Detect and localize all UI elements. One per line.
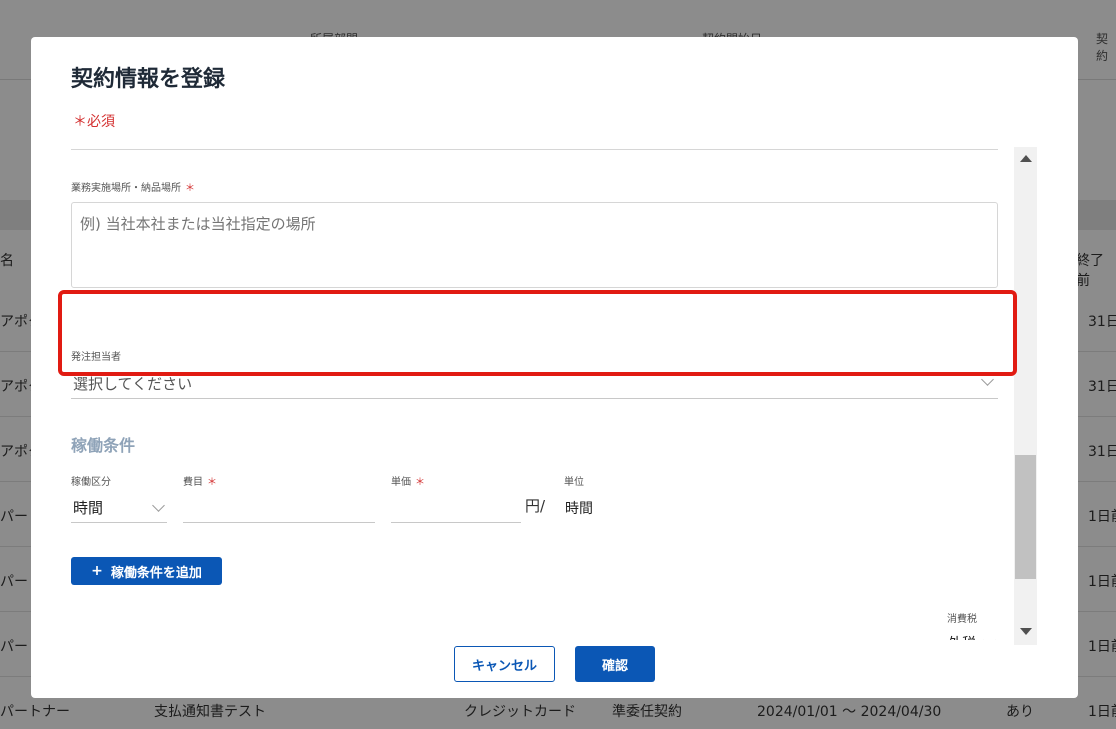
work-conditions-title: 稼働条件	[71, 436, 136, 455]
expense-label: 費目＊	[183, 477, 217, 488]
tax-select-value: 外税	[948, 633, 976, 640]
category-label: 稼働区分	[71, 477, 111, 488]
plus-icon: +	[91, 563, 103, 579]
scroll-up-icon[interactable]	[1020, 155, 1032, 162]
tax-select[interactable]: 外税	[946, 630, 998, 640]
workplace-label: 業務実施場所・納品場所＊	[71, 183, 195, 194]
cancel-button[interactable]: キャンセル	[454, 646, 555, 682]
tax-label: 消費税	[947, 614, 977, 625]
confirm-button[interactable]: 確認	[575, 646, 655, 682]
scroll-down-icon[interactable]	[1020, 628, 1032, 635]
unit-value: 時間	[565, 501, 593, 517]
category-select-value: 時間	[73, 499, 104, 517]
modal-scrollbar[interactable]	[1014, 147, 1037, 645]
add-work-condition-label: 稼働条件を追加	[110, 565, 202, 581]
scrollbar-thumb[interactable]	[1015, 455, 1036, 579]
add-work-condition-button[interactable]: + 稼働条件を追加	[71, 557, 222, 585]
workplace-textarea[interactable]	[71, 202, 998, 288]
chevron-down-icon	[983, 634, 996, 640]
unit-label: 単位	[564, 477, 584, 488]
required-mark: ＊	[207, 477, 217, 488]
required-mark: ＊	[185, 183, 195, 194]
unit-price-label: 単価＊	[391, 477, 425, 488]
expense-input[interactable]	[183, 493, 375, 523]
unit-price-input[interactable]	[391, 493, 521, 523]
unit-price-suffix: 円/	[525, 497, 546, 515]
required-mark: ＊	[415, 477, 425, 488]
orderer-select-value: 選択してください	[73, 375, 193, 393]
required-note: ＊必須	[73, 114, 115, 130]
highlight-annotation	[58, 290, 1017, 376]
modal-title: 契約情報を登録	[71, 67, 226, 92]
category-select[interactable]: 時間	[71, 493, 167, 523]
modal-scroll-area[interactable]: 業務実施場所・納品場所＊ 発注担当者 選択してください 稼働条件 稼働区分 時間…	[71, 150, 1011, 640]
chevron-down-icon	[152, 499, 165, 512]
